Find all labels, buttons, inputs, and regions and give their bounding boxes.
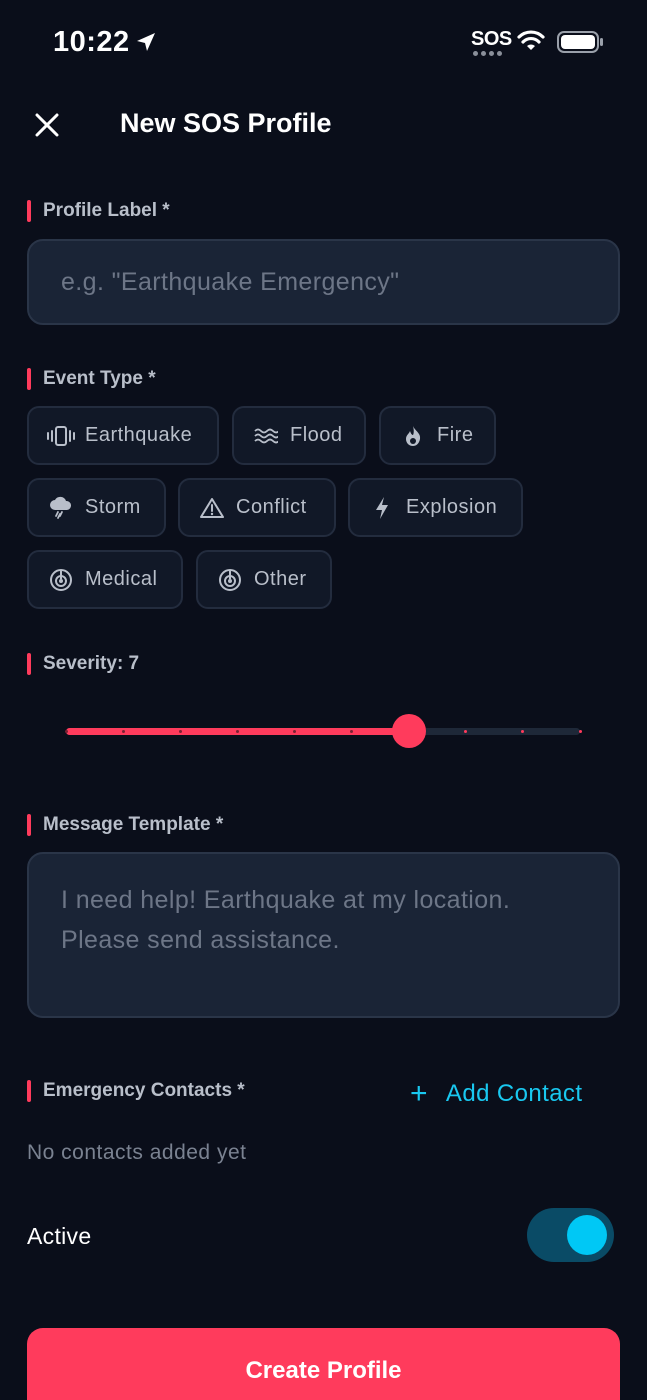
section-marker — [27, 200, 31, 222]
message-template-input[interactable]: I need help! Earthquake at my location. … — [27, 852, 620, 1018]
chip-label: Other — [254, 568, 307, 590]
radar-icon — [216, 566, 244, 594]
location-arrow-icon — [137, 33, 155, 51]
create-profile-button[interactable]: Create Profile — [27, 1328, 620, 1400]
status-time: 10:22 — [53, 26, 130, 58]
radar-icon — [47, 566, 75, 594]
slider-step-dot — [578, 730, 582, 733]
message-template-heading: Message Template * — [27, 814, 223, 836]
slider-step-dot — [235, 730, 239, 733]
page-title: New SOS Profile — [120, 108, 332, 138]
flame-icon — [399, 422, 427, 450]
section-marker — [27, 1080, 31, 1102]
event-chip-flood[interactable]: Flood — [232, 406, 366, 465]
battery-icon — [557, 31, 603, 53]
chip-label: Storm — [85, 496, 141, 518]
event-chip-other[interactable]: Other — [196, 550, 332, 609]
add-contact-button[interactable]: + Add Contact — [410, 1077, 583, 1110]
severity-heading: Severity: 7 — [27, 653, 139, 675]
emergency-contacts-text: Emergency Contacts * — [43, 1080, 245, 1101]
active-label: Active — [27, 1223, 92, 1249]
severity-text: Severity: 7 — [43, 653, 140, 674]
event-type-text: Event Type * — [43, 368, 156, 389]
slider-step-dot — [121, 730, 125, 733]
slider-step-dot — [64, 730, 68, 733]
sos-indicator: SOS — [471, 28, 512, 58]
no-contacts-message: No contacts added yet — [27, 1141, 247, 1164]
profile-label-text: Profile Label * — [43, 200, 170, 221]
lightning-icon — [368, 494, 396, 522]
storm-cloud-icon — [47, 494, 75, 522]
section-marker — [27, 368, 31, 390]
slider-step-dot — [292, 730, 296, 733]
chip-label: Earthquake — [85, 424, 193, 446]
waves-icon — [252, 422, 280, 450]
close-icon — [35, 113, 59, 137]
event-chip-earthquake[interactable]: Earthquake — [27, 406, 219, 465]
message-placeholder-line: Please send assistance. — [61, 926, 340, 954]
new-sos-profile-screen: 10:22 SOS New SOS Profile Profile Label … — [0, 0, 647, 1400]
event-chip-conflict[interactable]: Conflict — [178, 478, 336, 537]
toggle-knob — [567, 1215, 607, 1255]
signal-dots-icon — [473, 51, 502, 56]
message-template-text: Message Template * — [43, 814, 224, 835]
event-chip-fire[interactable]: Fire — [379, 406, 496, 465]
plus-icon: + — [410, 1077, 428, 1110]
close-button[interactable] — [28, 106, 66, 144]
sos-indicator-text: SOS — [471, 28, 512, 50]
profile-label-heading: Profile Label * — [27, 200, 170, 222]
message-placeholder-line: I need help! Earthquake at my location. — [61, 886, 511, 914]
event-type-heading: Event Type * — [27, 368, 156, 390]
profile-label-placeholder: e.g. "Earthquake Emergency" — [61, 268, 400, 296]
event-chip-storm[interactable]: Storm — [27, 478, 166, 537]
emergency-contacts-heading: Emergency Contacts * — [27, 1080, 245, 1102]
event-chip-medical[interactable]: Medical — [27, 550, 183, 609]
slider-thumb[interactable] — [391, 714, 426, 748]
chip-label: Fire — [437, 424, 474, 446]
status-bar: 10:22 SOS — [0, 0, 647, 86]
vibrate-icon — [47, 422, 75, 450]
chip-label: Medical — [85, 568, 158, 590]
chip-label: Flood — [290, 424, 343, 446]
profile-label-input[interactable]: e.g. "Earthquake Emergency" — [27, 239, 620, 325]
slider-step-dot — [178, 730, 182, 733]
warning-icon — [198, 494, 226, 522]
event-chip-explosion[interactable]: Explosion — [348, 478, 523, 537]
chip-label: Conflict — [236, 496, 307, 518]
section-marker — [27, 814, 31, 836]
section-marker — [27, 653, 31, 675]
active-toggle[interactable] — [527, 1208, 614, 1262]
wifi-icon — [517, 30, 545, 50]
add-contact-label: Add Contact — [445, 1080, 583, 1107]
severity-slider[interactable] — [64, 711, 582, 751]
chip-label: Explosion — [406, 496, 498, 518]
